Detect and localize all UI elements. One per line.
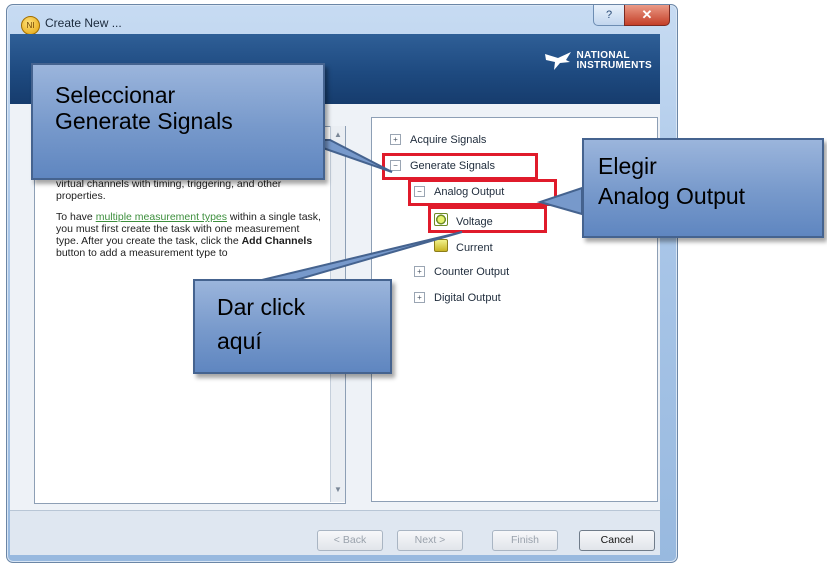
help-button[interactable]: ? (593, 5, 625, 26)
expand-plus-icon[interactable]: + (414, 292, 425, 303)
scroll-up-icon[interactable]: ▲ (334, 130, 342, 139)
callout-line-2: aquí (217, 328, 262, 354)
app-icon: NI (21, 16, 40, 35)
callout-line-1: Seleccionar (55, 82, 176, 108)
help-text-bold: Add Channels (241, 235, 313, 247)
help-text-pre: To have (56, 211, 96, 223)
tree-item-acquire-signals[interactable]: + Acquire Signals (390, 134, 486, 146)
expand-plus-icon[interactable]: + (414, 266, 425, 277)
current-icon (434, 239, 448, 252)
tree-item-label: Digital Output (434, 292, 501, 304)
tree-item-label: Counter Output (434, 266, 510, 278)
close-button[interactable]: ✕ (624, 5, 670, 26)
callout-select-generate-signals: Seleccionar Generate Signals (31, 63, 325, 180)
highlight-voltage (428, 206, 547, 233)
help-paragraph-1: virtual channels with timing, triggering… (56, 178, 282, 202)
tree-item-counter-output[interactable]: + Counter Output (414, 266, 509, 278)
tree-item-current[interactable]: Current (434, 239, 493, 254)
callout-choose-analog-output: Elegir Analog Output (582, 138, 824, 238)
callout-line-2: Generate Signals (55, 108, 233, 134)
back-button[interactable]: < Back (317, 530, 383, 551)
callout-click-here: Dar click aquí (193, 279, 392, 374)
help-paragraph-2: To have multiple measurement types withi… (56, 211, 324, 259)
callout-line-1: Dar click (217, 294, 306, 320)
scroll-down-icon[interactable]: ▼ (334, 485, 342, 494)
tree-item-digital-output[interactable]: + Digital Output (414, 292, 501, 304)
ni-eagle-icon (545, 52, 572, 70)
next-button[interactable]: Next > (397, 530, 463, 551)
help-text-post: button to add a measurement type to (56, 247, 228, 259)
callout-line-1: Elegir (598, 153, 657, 179)
national-instruments-logo: NATIONAL INSTRUMENTS (544, 50, 652, 72)
cancel-button[interactable]: Cancel (579, 530, 655, 551)
highlight-generate-signals (382, 153, 538, 180)
tree-item-label: Current (456, 242, 493, 254)
expand-plus-icon[interactable]: + (390, 134, 401, 145)
window-title: Create New ... (45, 16, 122, 30)
callout-line-2: Analog Output (598, 183, 746, 209)
logo-line-2: INSTRUMENTS (576, 60, 652, 71)
finish-button[interactable]: Finish (492, 530, 558, 551)
help-text: virtual channels with timing, triggering… (56, 178, 324, 268)
tree-item-label: Acquire Signals (410, 134, 487, 146)
highlight-analog-output (408, 179, 557, 206)
multiple-measurement-types-link[interactable]: multiple measurement types (96, 211, 227, 223)
